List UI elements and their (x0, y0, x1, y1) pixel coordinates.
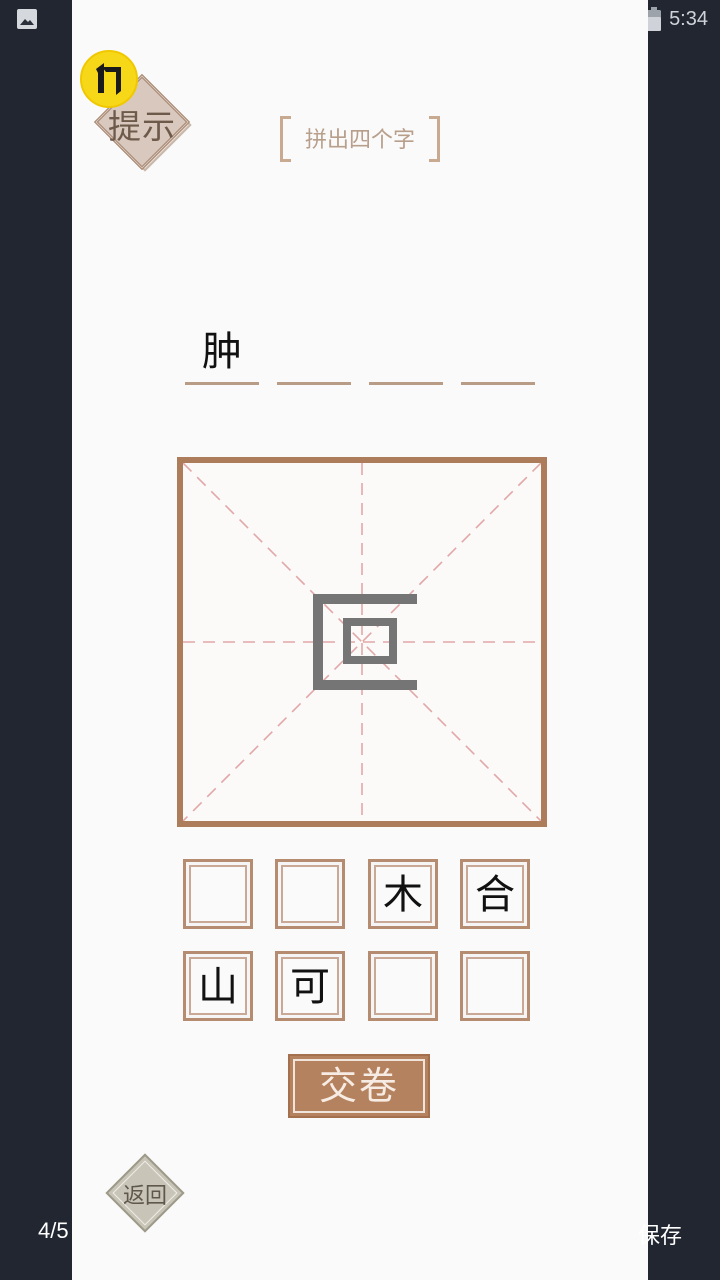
flash-icon[interactable] (80, 50, 138, 108)
tile-char: 木 (383, 872, 423, 918)
character-tile[interactable] (183, 859, 253, 929)
back-button[interactable]: 返回 (104, 1152, 186, 1234)
gallery-icon (17, 9, 37, 29)
character-tile[interactable]: 木 (368, 859, 438, 929)
game-screen: 提示 拼出四个字 肿 木 合 山 可 交卷 返回 (72, 0, 648, 1280)
tile-char (463, 954, 527, 1018)
answer-slots: 肿 (185, 326, 537, 385)
tile-char (371, 954, 435, 1018)
character-grid[interactable] (177, 457, 547, 827)
character-tile[interactable]: 可 (275, 951, 345, 1021)
answer-slot[interactable] (461, 326, 535, 385)
answer-slot[interactable] (369, 326, 443, 385)
tile-char: 山 (198, 964, 238, 1010)
tile-char: 可 (290, 964, 330, 1010)
answer-slot[interactable] (277, 326, 351, 385)
tile-char (278, 862, 342, 926)
tile-char (186, 862, 250, 926)
back-label: 返回 (122, 1184, 167, 1209)
character-tile[interactable] (275, 859, 345, 929)
answer-slot-char: 肿 (202, 329, 242, 375)
tile-char: 合 (475, 872, 515, 918)
character-tile[interactable] (460, 951, 530, 1021)
page-counter: 4/5 (38, 1218, 69, 1243)
clock: 5:34 (669, 7, 708, 30)
character-tile[interactable]: 合 (460, 859, 530, 929)
grid-guides (182, 462, 542, 822)
save-button[interactable]: 保存 (638, 1218, 682, 1250)
submit-label: 交卷 (318, 1064, 399, 1108)
character-tile[interactable]: 山 (183, 951, 253, 1021)
answer-slot[interactable]: 肿 (185, 326, 259, 385)
right-bracket (429, 116, 440, 162)
title-text: 拼出四个字 (304, 128, 415, 153)
battery-icon (647, 7, 662, 31)
submit-button[interactable]: 交卷 (288, 1054, 430, 1118)
puzzle-title: 拼出四个字 (280, 116, 440, 162)
character-tile[interactable] (368, 951, 438, 1021)
